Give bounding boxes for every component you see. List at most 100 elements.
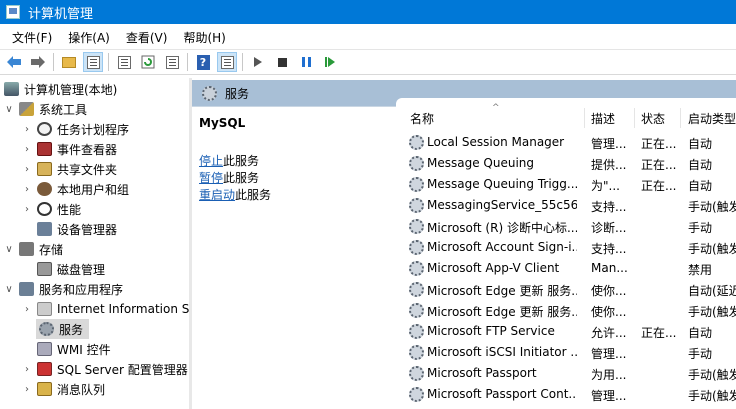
tree-item[interactable]: 设备管理器 [0, 219, 117, 239]
service-desc-cell: 为"... [591, 179, 620, 193]
tree-item[interactable]: WMI 控件 [0, 339, 111, 359]
tree-item-label: WMI 控件 [57, 342, 111, 357]
back-button[interactable] [4, 52, 24, 72]
expand-chevron-icon[interactable]: › [22, 144, 32, 155]
tree-item[interactable]: ∨ 存储 [0, 239, 63, 259]
expand-chevron-icon[interactable]: ∨ [4, 104, 14, 115]
help-button[interactable]: ? [193, 52, 213, 72]
tree-item-label: 存储 [39, 242, 64, 257]
tree-item[interactable]: › 性能 [0, 199, 81, 219]
service-row[interactable]: Microsoft Account Sign-i... 支持... 手动(触发 [396, 237, 736, 258]
column-header-name[interactable]: 名称 [410, 106, 434, 130]
stop-service-link[interactable]: 停止 [199, 154, 223, 168]
tree-item[interactable]: 计算机管理(本地) [0, 79, 117, 99]
help-icon: ? [196, 54, 210, 70]
stop-action-suffix: 此服务 [223, 154, 260, 168]
column-header-description[interactable]: 描述 [591, 106, 615, 130]
sort-ascending-icon: ^ [492, 103, 500, 113]
column-header-startup-type[interactable]: 启动类型 [688, 106, 736, 130]
service-row[interactable]: Microsoft Edge 更新 服务... 使你... 自动(延迟 [396, 279, 736, 300]
service-name-cell: Microsoft Account Sign-i... [427, 240, 577, 254]
forward-button[interactable] [28, 52, 48, 72]
tree-item-label: 计算机管理(本地) [24, 82, 118, 97]
tree-item[interactable]: 服务 [36, 319, 90, 339]
tree-item[interactable]: 磁盘管理 [0, 259, 105, 279]
pause-service-link[interactable]: 暂停 [199, 171, 223, 185]
tree-item[interactable]: › 本地用户和组 [0, 179, 129, 199]
service-row[interactable]: Microsoft (R) 诊断中心标... 诊断... 手动 [396, 216, 736, 237]
column-separator[interactable] [680, 108, 681, 128]
properties-button[interactable] [114, 52, 134, 72]
service-row[interactable]: MessagingService_55c56 支持... 手动(触发 [396, 195, 736, 216]
service-gear-icon [409, 198, 424, 213]
service-row[interactable]: Microsoft FTP Service 允许... 正在... 自动 [396, 321, 736, 342]
service-row[interactable]: Local Session Manager 管理... 正在... 自动 [396, 132, 736, 153]
service-row[interactable]: Microsoft iSCSI Initiator ... 管理... 手动 [396, 342, 736, 363]
column-separator[interactable] [584, 108, 585, 128]
tree-item[interactable]: › 消息队列 [0, 379, 105, 399]
stop-service-button[interactable] [272, 52, 292, 72]
menu-view[interactable]: 查看(V) [118, 29, 176, 46]
tree-item[interactable]: › SQL Server 配置管理器 [0, 359, 188, 379]
pause-service-button[interactable] [296, 52, 316, 72]
tree-item[interactable]: ∨ 服务和应用程序 [0, 279, 123, 299]
refresh-button[interactable] [138, 52, 158, 72]
view-toggle-button[interactable] [217, 52, 237, 72]
expand-chevron-icon[interactable]: › [22, 184, 32, 195]
tree-item[interactable]: › 共享文件夹 [0, 159, 117, 179]
tree-item[interactable]: ∨ 系统工具 [0, 99, 87, 119]
expand-chevron-icon[interactable]: › [22, 204, 32, 215]
expand-chevron-icon[interactable]: › [22, 124, 32, 135]
expand-chevron-icon[interactable]: › [22, 164, 32, 175]
expand-chevron-icon[interactable]: ∨ [4, 284, 14, 295]
clock-icon [37, 122, 52, 136]
start-service-button[interactable] [248, 52, 268, 72]
service-row[interactable]: Message Queuing Trigg... 为"... 正在... 自动 [396, 174, 736, 195]
menu-help[interactable]: 帮助(H) [175, 29, 233, 46]
start-icon [254, 57, 262, 67]
tree-item[interactable]: › 事件查看器 [0, 139, 117, 159]
title-bar: 计算机管理 [0, 0, 736, 24]
service-desc-cell: 使你... [591, 284, 627, 298]
service-desc-cell: 管理... [591, 347, 627, 361]
service-row[interactable]: Microsoft Passport Cont... 管理... 手动(触发 [396, 384, 736, 405]
up-level-button[interactable] [59, 52, 79, 72]
service-desc-cell: Man... [591, 261, 628, 275]
root-icon [4, 82, 19, 96]
service-row[interactable]: Message Queuing 提供... 正在... 自动 [396, 153, 736, 174]
service-gear-icon [409, 387, 424, 402]
service-gear-icon [409, 345, 424, 360]
menu-action[interactable]: 操作(A) [60, 29, 118, 46]
restart-service-button[interactable] [320, 52, 340, 72]
service-desc-cell: 管理... [591, 137, 627, 151]
service-row[interactable]: Microsoft Passport 为用... 手动(触发 [396, 363, 736, 384]
restart-icon [324, 57, 336, 67]
service-row[interactable]: Microsoft Edge 更新 服务... 使你... 手动(触发 [396, 300, 736, 321]
window-title: 计算机管理 [28, 6, 94, 22]
service-detail-panel: MySQL 停止此服务 暂停此服务 重启动此服务 [192, 106, 396, 409]
service-desc-cell: 支持... [591, 200, 627, 214]
service-name-cell: Microsoft Edge 更新 服务... [427, 284, 577, 298]
column-header-status[interactable]: 状态 [641, 106, 665, 130]
tree-item[interactable]: › 任务计划程序 [0, 119, 129, 139]
column-separator[interactable] [634, 108, 635, 128]
service-row[interactable]: Microsoft App-V Client Man... 禁用 [396, 258, 736, 279]
expand-chevron-icon[interactable]: › [22, 364, 32, 375]
restart-service-link[interactable]: 重启动 [199, 188, 235, 202]
restart-service-action: 重启动此服务 [199, 186, 271, 203]
iis-icon [37, 302, 52, 316]
tree-item[interactable]: › Internet Information S [0, 299, 189, 319]
services-gear-icon [202, 85, 217, 101]
service-name-cell: Microsoft (R) 诊断中心标... [427, 221, 577, 235]
service-name-cell: Microsoft Passport Cont... [427, 387, 577, 401]
service-startup-cell: 手动(触发 [688, 200, 736, 214]
export-list-button[interactable] [162, 52, 182, 72]
tree-item-label: 消息队列 [57, 382, 106, 397]
expand-chevron-icon[interactable]: ∨ [4, 244, 14, 255]
expand-chevron-icon[interactable]: › [22, 384, 32, 395]
service-desc-cell: 管理... [591, 389, 627, 403]
service-gear-icon [409, 303, 424, 318]
expand-chevron-icon[interactable]: › [22, 304, 32, 315]
show-tree-button[interactable] [83, 52, 103, 72]
menu-file[interactable]: 文件(F) [4, 29, 60, 46]
